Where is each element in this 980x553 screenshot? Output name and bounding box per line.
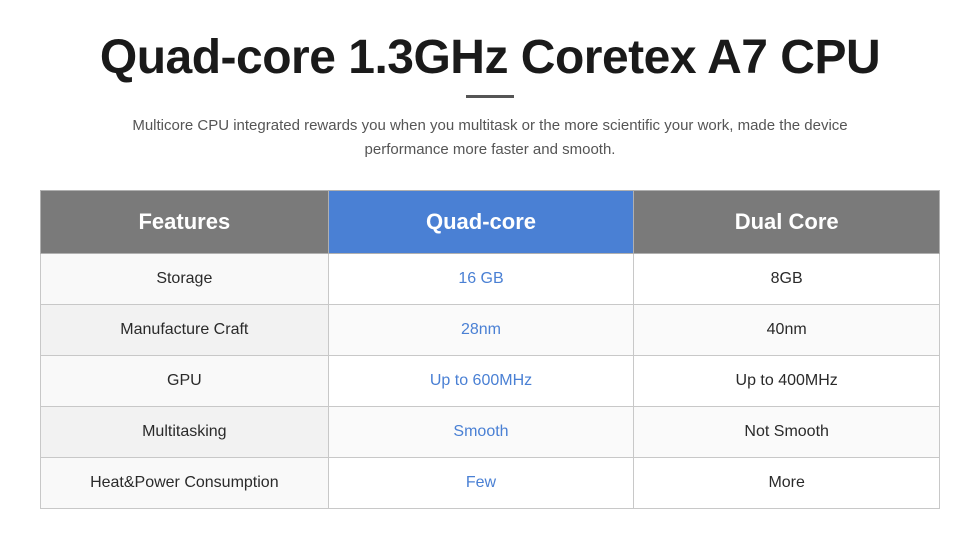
cell-feature: GPU xyxy=(41,356,329,407)
cell-dual-value: Not Smooth xyxy=(634,407,940,458)
page-subtitle: Multicore CPU integrated rewards you whe… xyxy=(100,114,880,162)
cell-quad-value: Few xyxy=(328,458,634,509)
cell-dual-value: More xyxy=(634,458,940,509)
cell-quad-value: Up to 600MHz xyxy=(328,356,634,407)
cell-quad-value: 28nm xyxy=(328,305,634,356)
page-title: Quad-core 1.3GHz Coretex A7 CPU xyxy=(100,30,880,85)
col-header-dual: Dual Core xyxy=(634,191,940,254)
cell-feature: Storage xyxy=(41,254,329,305)
table-header-row: Features Quad-core Dual Core xyxy=(41,191,940,254)
col-header-features: Features xyxy=(41,191,329,254)
table-row: GPUUp to 600MHzUp to 400MHz xyxy=(41,356,940,407)
table-row: Manufacture Craft28nm40nm xyxy=(41,305,940,356)
cell-quad-value: Smooth xyxy=(328,407,634,458)
table-row: Storage16 GB8GB xyxy=(41,254,940,305)
cell-feature: Heat&Power Consumption xyxy=(41,458,329,509)
table-row: MultitaskingSmoothNot Smooth xyxy=(41,407,940,458)
cell-dual-value: 8GB xyxy=(634,254,940,305)
cell-quad-value: 16 GB xyxy=(328,254,634,305)
table-row: Heat&Power ConsumptionFewMore xyxy=(41,458,940,509)
cell-dual-value: 40nm xyxy=(634,305,940,356)
comparison-table: Features Quad-core Dual Core Storage16 G… xyxy=(40,190,940,509)
title-divider xyxy=(466,95,514,98)
col-header-quad: Quad-core xyxy=(328,191,634,254)
cell-feature: Manufacture Craft xyxy=(41,305,329,356)
cell-dual-value: Up to 400MHz xyxy=(634,356,940,407)
cell-feature: Multitasking xyxy=(41,407,329,458)
